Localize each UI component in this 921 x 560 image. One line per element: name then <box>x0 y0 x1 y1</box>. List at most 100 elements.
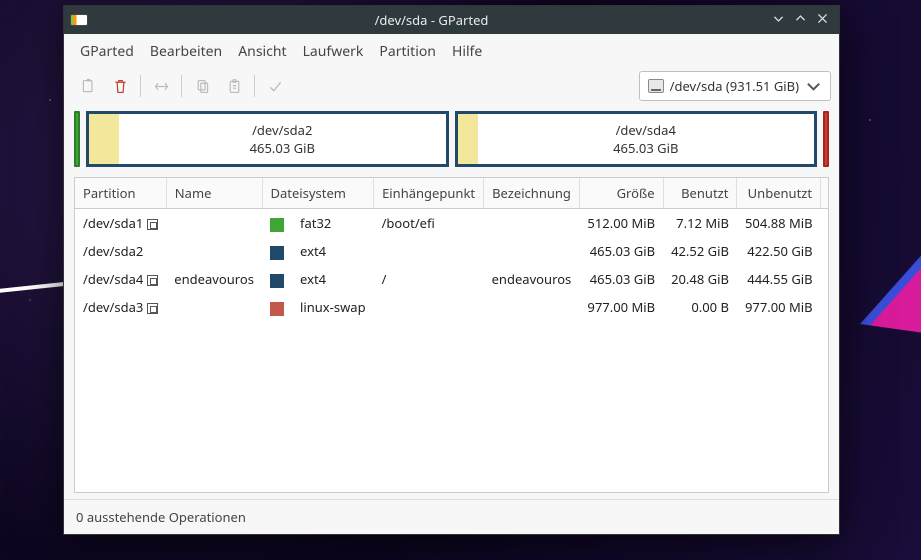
partition-used-bar <box>458 114 478 164</box>
cell-partition: /dev/sda4 <box>75 265 166 293</box>
disk-icon <box>648 79 664 93</box>
col-filesystem[interactable]: Dateisystem <box>262 178 374 209</box>
cell-size: 977.00 MiB <box>579 293 663 321</box>
cell-partition: /dev/sda1 <box>75 209 166 238</box>
cell-fs-swatch <box>262 209 292 238</box>
device-selector-label: /dev/sda (931.51 GiB) <box>670 77 799 95</box>
cell-unused: 444.55 GiB <box>737 265 821 293</box>
cell-used: 7.12 MiB <box>663 209 737 238</box>
col-flags[interactable]: Markierung <box>821 178 829 209</box>
cell-flags <box>821 237 829 265</box>
device-selector[interactable]: /dev/sda (931.51 GiB) <box>639 71 831 101</box>
partition-block-sda2[interactable]: /dev/sda2 465.03 GiB <box>86 111 449 167</box>
toolbar-separator <box>181 75 182 97</box>
cell-filesystem: ext4 <box>292 265 374 293</box>
cell-size: 465.03 GiB <box>579 265 663 293</box>
resize-button[interactable] <box>145 71 177 101</box>
col-unused[interactable]: Unbenutzt <box>737 178 821 209</box>
partition-stripe-sda3[interactable] <box>823 111 829 167</box>
menu-help[interactable]: Hilfe <box>446 40 488 63</box>
col-size[interactable]: Größe <box>579 178 663 209</box>
partition-block-device: /dev/sda2 <box>252 121 312 139</box>
table-row[interactable]: /dev/sda3 linux-swap 977.00 MiB0.00 B977.0… <box>75 293 829 321</box>
cell-partition: /dev/sda2 <box>75 237 166 265</box>
cell-name <box>166 209 262 238</box>
apply-button[interactable] <box>259 71 291 101</box>
key-icon <box>147 219 158 230</box>
key-icon <box>147 303 158 314</box>
paste-button[interactable] <box>218 71 250 101</box>
statusbar: 0 ausstehende Operationen <box>64 499 839 534</box>
col-mountpoint[interactable]: Einhängepunkt <box>374 178 484 209</box>
cell-label <box>484 293 580 321</box>
cell-flags <box>821 265 829 293</box>
menu-view[interactable]: Ansicht <box>232 40 292 63</box>
partition-block-size: 465.03 GiB <box>250 139 315 157</box>
cell-fs-swatch <box>262 293 292 321</box>
cell-unused: 504.88 MiB <box>737 209 821 238</box>
cell-used: 0.00 B <box>663 293 737 321</box>
cell-unused: 977.00 MiB <box>737 293 821 321</box>
copy-button[interactable] <box>186 71 218 101</box>
cell-size: 465.03 GiB <box>579 237 663 265</box>
background-decoration-left <box>0 255 71 294</box>
col-label[interactable]: Bezeichnung <box>484 178 580 209</box>
cell-filesystem: linux-swap <box>292 293 374 321</box>
partition-block-device: /dev/sda4 <box>616 121 676 139</box>
delete-partition-button[interactable] <box>104 71 136 101</box>
table-row[interactable]: /dev/sda4endeavourosext4/endeavouros465.… <box>75 265 829 293</box>
cell-used: 20.48 GiB <box>663 265 737 293</box>
cell-partition: /dev/sda3 <box>75 293 166 321</box>
cell-filesystem: fat32 <box>292 209 374 238</box>
table-row[interactable]: /dev/sda2ext4465.03 GiB42.52 GiB422.50 G… <box>75 237 829 265</box>
cell-filesystem: ext4 <box>292 237 374 265</box>
cell-mountpoint <box>374 237 484 265</box>
cell-mountpoint: /boot/efi <box>374 209 484 238</box>
menu-device[interactable]: Laufwerk <box>297 40 370 63</box>
partition-block-size: 465.03 GiB <box>613 139 678 157</box>
cell-label: endeavouros <box>484 265 580 293</box>
background-decoration-right <box>870 236 921 333</box>
status-text: 0 ausstehende Operationen <box>76 508 246 526</box>
cell-label <box>484 209 580 238</box>
key-icon <box>147 275 158 286</box>
col-partition[interactable]: Partition <box>75 178 166 209</box>
new-partition-button[interactable] <box>72 71 104 101</box>
titlebar: /dev/sda - GParted <box>64 6 839 34</box>
app-window: /dev/sda - GParted GParted Bearbeiten An… <box>63 5 840 535</box>
cell-label <box>484 237 580 265</box>
partition-stripe-sda1[interactable] <box>74 111 80 167</box>
cell-name <box>166 237 262 265</box>
app-icon <box>70 14 88 26</box>
window-title: /dev/sda - GParted <box>96 11 767 29</box>
partition-graph: /dev/sda2 465.03 GiB /dev/sda4 465.03 Gi… <box>64 105 839 177</box>
col-used[interactable]: Benutzt <box>663 178 737 209</box>
toolbar-separator <box>140 75 141 97</box>
cell-fs-swatch <box>262 237 292 265</box>
table-header-row: Partition Name Dateisystem Einhängepunkt… <box>75 178 829 209</box>
cell-flags: swap <box>821 293 829 321</box>
cell-fs-swatch <box>262 265 292 293</box>
cell-flags: boot, esp <box>821 209 829 238</box>
chevron-down-icon <box>805 78 822 95</box>
partition-used-bar <box>89 114 119 164</box>
table-row[interactable]: /dev/sda1 fat32/boot/efi 512.00 MiB7.12 Mi… <box>75 209 829 238</box>
partition-table[interactable]: Partition Name Dateisystem Einhängepunkt… <box>74 177 829 493</box>
cell-size: 512.00 MiB <box>579 209 663 238</box>
cell-name: endeavouros <box>166 265 262 293</box>
cell-name <box>166 293 262 321</box>
cell-used: 42.52 GiB <box>663 237 737 265</box>
partition-block-sda4[interactable]: /dev/sda4 465.03 GiB <box>455 111 818 167</box>
toolbar: /dev/sda (931.51 GiB) <box>64 67 839 105</box>
col-name[interactable]: Name <box>166 178 262 209</box>
menu-partition[interactable]: Partition <box>373 40 442 63</box>
maximize-button[interactable] <box>789 11 811 29</box>
menubar: GParted Bearbeiten Ansicht Laufwerk Part… <box>64 34 839 67</box>
menu-gparted[interactable]: GParted <box>74 40 140 63</box>
menu-edit[interactable]: Bearbeiten <box>144 40 228 63</box>
cell-mountpoint: / <box>374 265 484 293</box>
close-button[interactable] <box>811 11 833 29</box>
toolbar-separator <box>254 75 255 97</box>
cell-mountpoint <box>374 293 484 321</box>
minimize-button[interactable] <box>767 11 789 29</box>
